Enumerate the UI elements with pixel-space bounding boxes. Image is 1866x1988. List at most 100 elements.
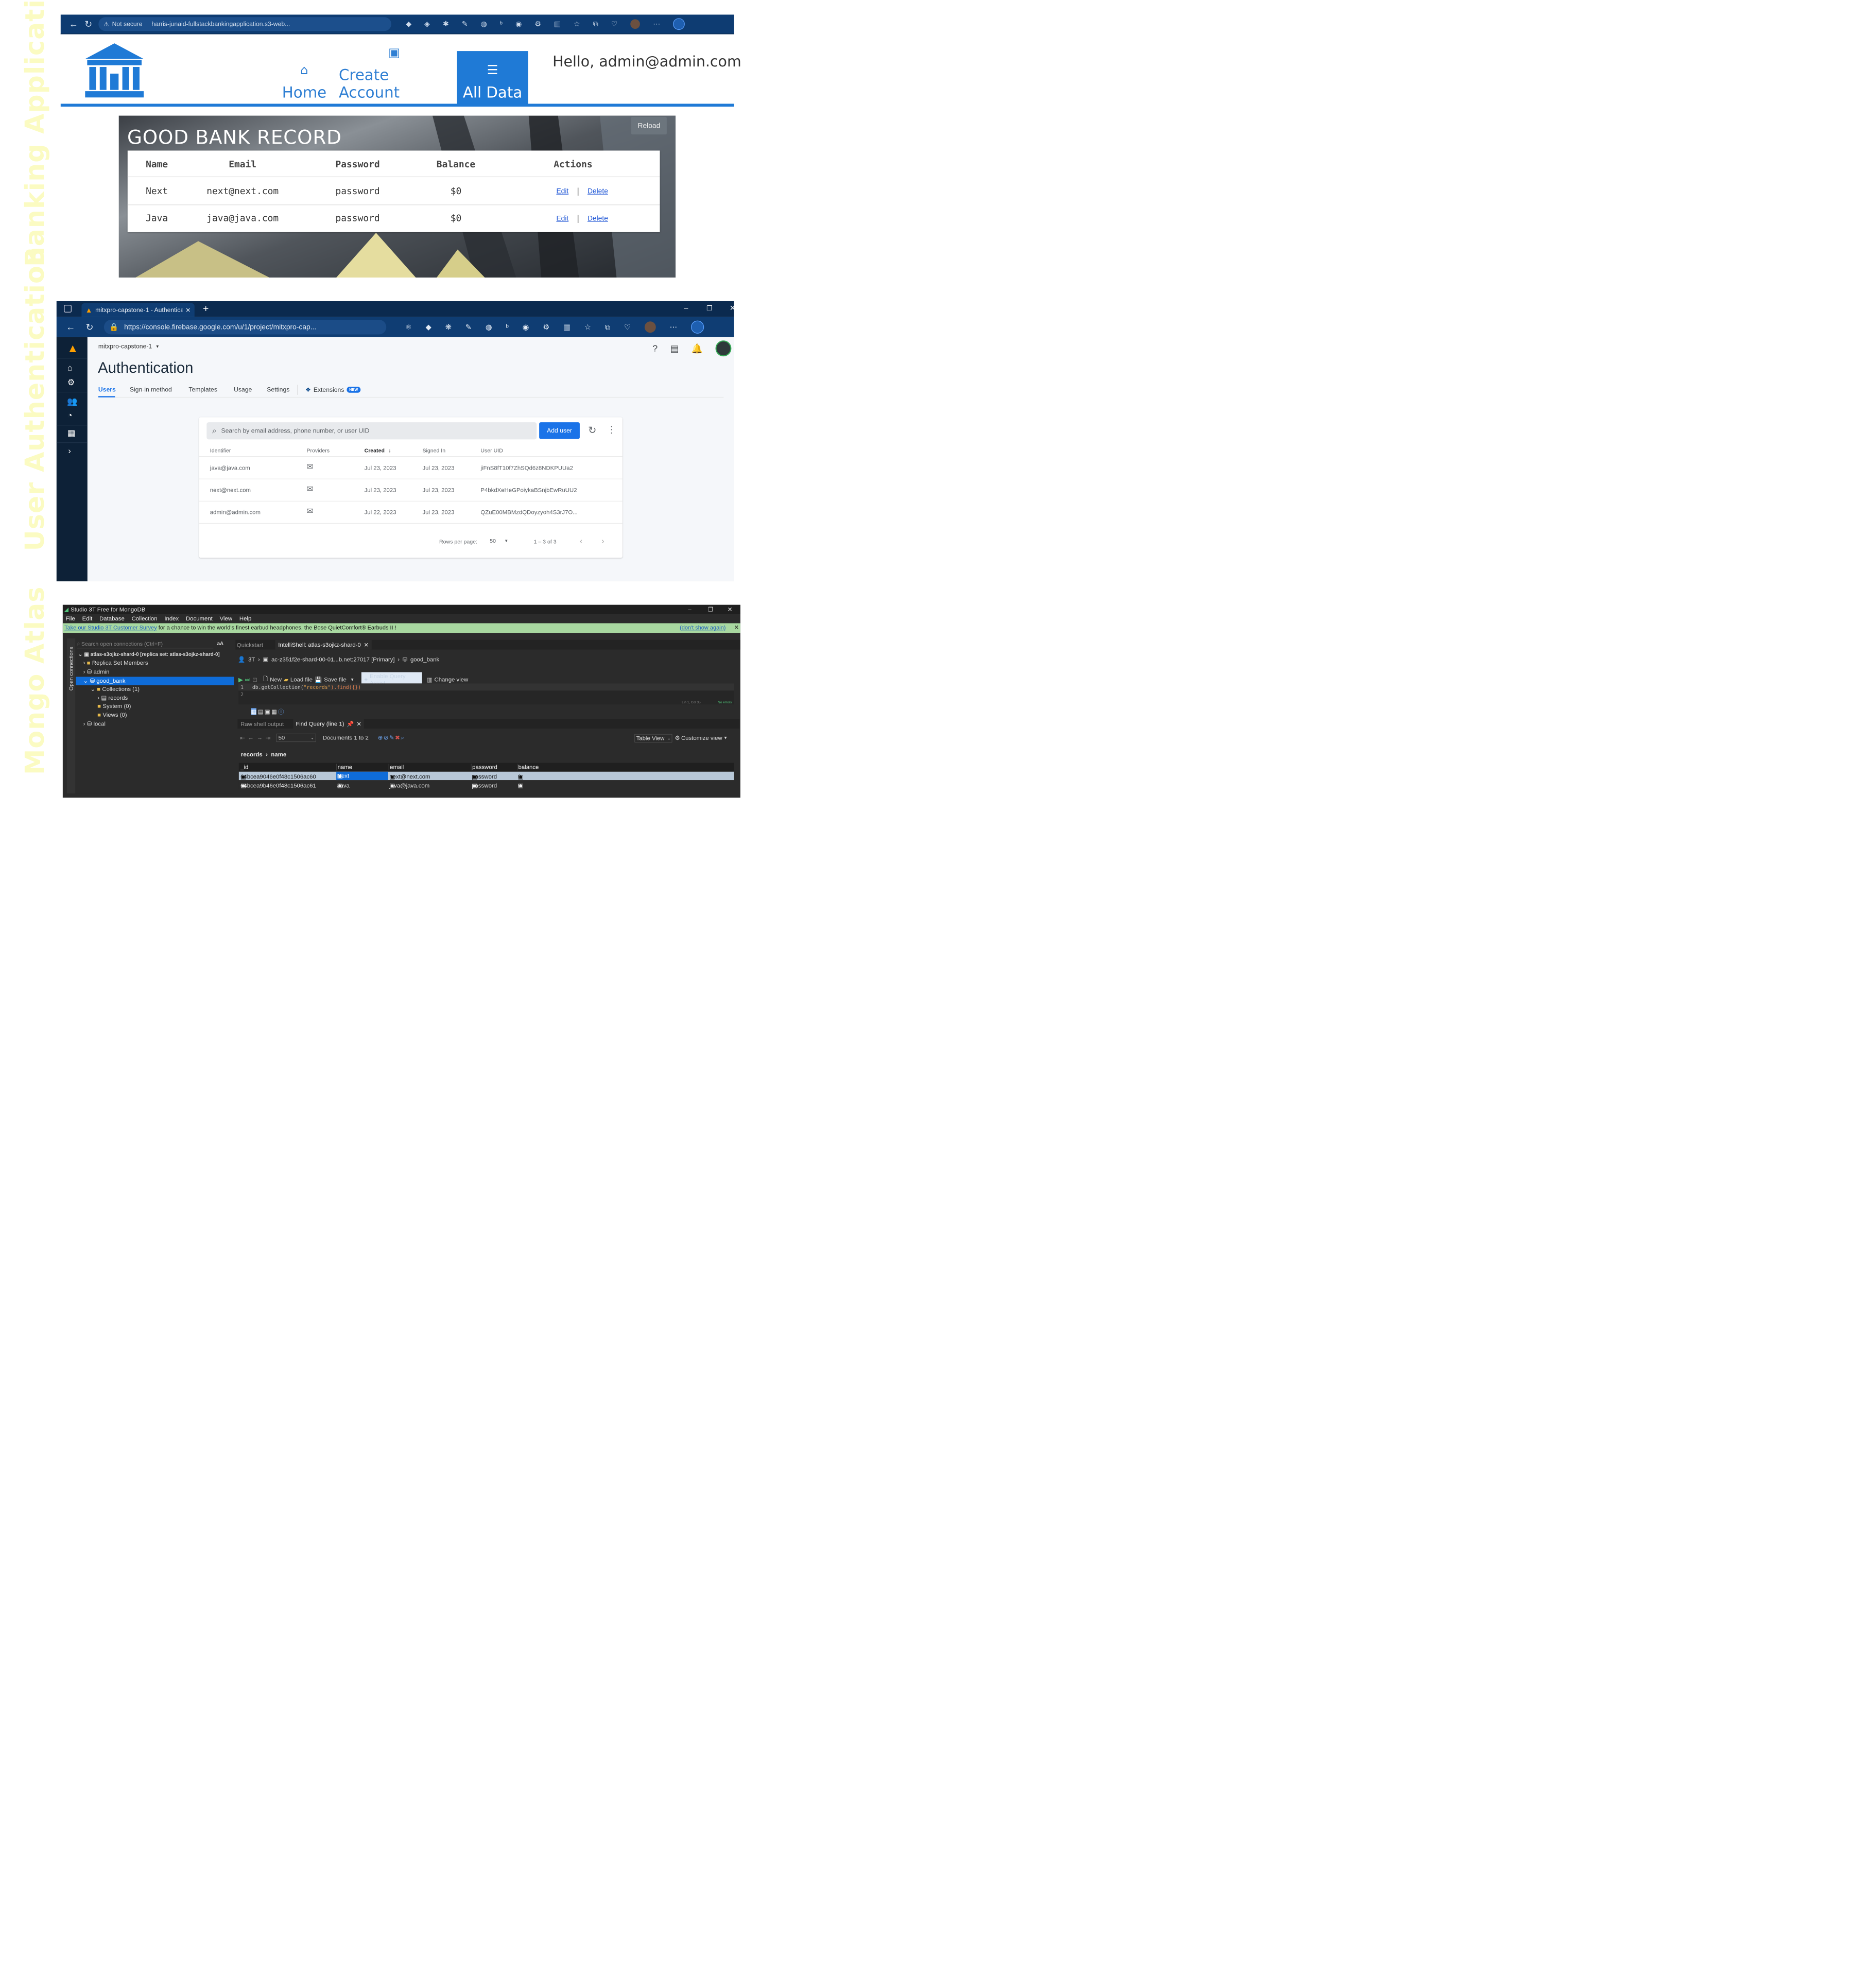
globe-icon[interactable]: ◍ [486, 323, 492, 332]
next-page-icon[interactable]: → [257, 735, 263, 741]
nav-all-data[interactable]: ☰ All Data [457, 51, 528, 106]
search-input[interactable]: ⌕ Search by email address, phone number,… [206, 422, 537, 440]
path-database[interactable]: good_bank [410, 656, 439, 663]
puzzle-icon[interactable]: ⚙ [543, 323, 549, 332]
run-icon[interactable]: ▶ [238, 676, 243, 683]
path-3t[interactable]: 3T [248, 656, 255, 663]
back-icon[interactable]: ← [66, 322, 75, 332]
connection-search-input[interactable]: ⌕ Search open connections (Ctrl+F) [77, 639, 214, 649]
tree-replica-set[interactable]: › ■ Replica Set Members [83, 660, 148, 666]
prev-page-icon[interactable]: ← [248, 735, 254, 741]
extension-icon[interactable]: ✱ [443, 20, 449, 28]
tree-system[interactable]: ■ System (0) [97, 703, 131, 710]
project-selector[interactable]: mitxpro-capstone-1 ▼ [98, 343, 160, 350]
survey-link[interactable]: Take our Studio 3T Customer Survey [64, 625, 157, 631]
menu-index[interactable]: Index [164, 615, 179, 622]
col-header[interactable]: _id [240, 764, 248, 770]
minimize-icon[interactable]: – [688, 606, 691, 613]
restore-icon[interactable]: ❐ [706, 304, 713, 312]
bing-icon[interactable]: ᵇ [500, 20, 503, 28]
open-connections-label[interactable]: Open connections [68, 647, 75, 690]
run-all-icon[interactable]: ⏭ [245, 676, 250, 683]
back-icon[interactable]: ← [69, 19, 78, 29]
edit-link[interactable]: Edit [556, 187, 568, 196]
nav-create-account[interactable]: ▣ Create Account [339, 45, 450, 106]
page-size-select[interactable]: 50 ⌄ [276, 733, 316, 742]
add-user-button[interactable]: Add user [539, 422, 580, 439]
code-editor[interactable]: 1 2 db.getCollection("records").find({})… [238, 683, 734, 705]
col-header[interactable]: password [471, 764, 497, 771]
menu-document[interactable]: Document [186, 615, 213, 622]
extension-icon[interactable]: ❋ [445, 323, 452, 332]
close-banner-icon[interactable]: ✕ [734, 624, 739, 631]
address-bar[interactable]: 🔒 https://console.firebase.google.com/u/… [103, 320, 387, 335]
home-icon[interactable]: ⌂ [67, 363, 73, 372]
table-row[interactable]: ▣ 64bcea9046e0f48c1506ac60 ▣ Next ▣ next… [238, 771, 734, 781]
split-icon[interactable]: ▥ [554, 20, 561, 28]
gear-icon[interactable]: ⚙ [67, 378, 75, 388]
new-button[interactable]: New [270, 677, 282, 683]
customize-view-button[interactable]: ⚙ Customize view ▼ [675, 735, 728, 741]
document-action-icons[interactable]: ⊕⊘✎✖⌕ [378, 734, 405, 741]
tab-quickstart[interactable]: Quickstart [237, 642, 263, 648]
save-dropdown-icon[interactable]: ▼ [350, 677, 354, 682]
refresh-icon[interactable]: ↻ [588, 424, 596, 436]
tree-records[interactable]: › ▤ records [97, 695, 128, 701]
user-row[interactable]: next@next.com ✉ Jul 23, 2023 Jul 23, 202… [199, 479, 623, 502]
heart-icon[interactable]: ♡ [611, 20, 617, 28]
favorites-icon[interactable]: ☆ [584, 323, 591, 332]
user-row[interactable]: admin@admin.com ✉ Jul 22, 2023 Jul 23, 2… [199, 502, 623, 524]
pin-icon[interactable]: 📌 [347, 720, 354, 727]
split-icon[interactable]: ▥ [563, 323, 571, 332]
info-icon[interactable]: ⓘ [278, 707, 284, 716]
menu-view[interactable]: View [220, 615, 232, 622]
more-icon[interactable]: ⋯ [670, 323, 678, 332]
tab-sign-in[interactable]: Sign-in method [130, 386, 172, 393]
tab-find-query[interactable]: Find Query (line 1) 📌 ✕ [293, 719, 364, 729]
crumb-name[interactable]: name [271, 751, 286, 758]
tree-admin[interactable]: › ⛁ admin [83, 668, 110, 675]
collections-icon[interactable]: ⧉ [605, 323, 610, 332]
nav-home[interactable]: ⌂ Home [278, 51, 331, 106]
last-page-icon[interactable]: ⇥ [266, 734, 271, 741]
close-window-icon[interactable]: ✕ [728, 606, 733, 613]
tab-actions-icon[interactable] [64, 305, 72, 313]
collections-icon[interactable]: ⧉ [593, 20, 598, 28]
user-row[interactable]: java@java.com ✉ Jul 23, 2023 Jul 23, 202… [199, 457, 623, 479]
dont-show-again-link[interactable]: (don't show again) [680, 625, 725, 631]
edit-link[interactable]: Edit [556, 214, 568, 222]
close-window-icon[interactable]: ✕ [730, 304, 734, 313]
match-case-toggle[interactable]: aA [217, 641, 223, 647]
close-tab-icon[interactable]: ✕ [364, 642, 369, 648]
extension-icon[interactable]: ◉ [523, 323, 529, 332]
first-page-icon[interactable]: ⇤ [240, 734, 245, 741]
favorites-icon[interactable]: ☆ [574, 20, 580, 28]
dashboard-icon[interactable]: ◔ [67, 411, 73, 420]
extension-icon[interactable]: ◈ [424, 20, 430, 28]
col-header[interactable]: balance [517, 764, 539, 771]
cell-name[interactable]: ▣ Next [336, 771, 388, 781]
bing-chat-icon[interactable] [673, 18, 685, 30]
tree-views[interactable]: ■ Views (0) [97, 712, 127, 718]
menu-file[interactable]: File [66, 615, 75, 622]
expand-icon[interactable]: › [68, 446, 71, 456]
reload-button[interactable]: Reload [631, 117, 667, 135]
account-avatar[interactable] [715, 340, 732, 357]
refresh-icon[interactable]: ↻ [86, 322, 94, 333]
delete-link[interactable]: Delete [588, 187, 608, 196]
tab-extensions[interactable]: ❖ Extensions NEW [305, 386, 361, 393]
extension-icon[interactable]: ◆ [406, 20, 411, 28]
notification-icon[interactable]: 🔔 [692, 343, 703, 354]
rows-per-page-select[interactable]: 50 ▼ [490, 538, 508, 544]
tab-users[interactable]: Users [98, 386, 116, 393]
extension-icon[interactable]: ◆ [426, 323, 431, 332]
address-bar[interactable]: ⚠ Not secure harris-junaid-fullstackbank… [98, 17, 391, 31]
puzzle-icon[interactable]: ⚙ [534, 20, 541, 28]
tab-intellishell[interactable]: IntelliShell: atlas-s3ojkz-shard-0 ✕ [275, 639, 372, 650]
tab-usage[interactable]: Usage [234, 386, 252, 393]
close-tab-icon[interactable]: ✕ [185, 306, 191, 314]
firebase-logo-icon[interactable]: ▲ [67, 341, 79, 355]
globe-icon[interactable]: ◍ [480, 20, 487, 28]
apps-grid-icon[interactable]: ▦ [67, 428, 75, 438]
tree-collections[interactable]: ⌄ ■ Collections (1) [90, 685, 140, 693]
